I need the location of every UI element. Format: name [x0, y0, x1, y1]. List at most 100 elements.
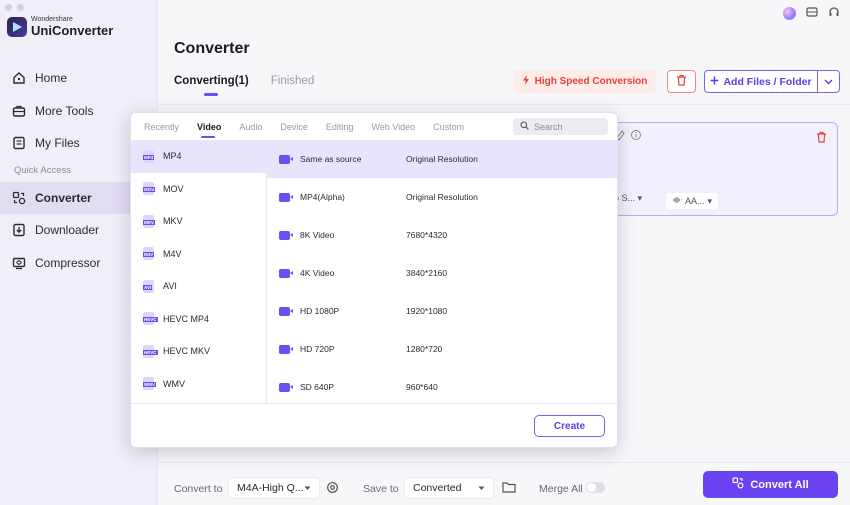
format-item-avi[interactable]: AVI AVI — [131, 270, 266, 303]
video-file-icon: MKV — [143, 214, 156, 228]
video-file-icon: MOV — [143, 182, 156, 196]
chevron-down-icon — [478, 482, 485, 494]
video-file-icon: AVI — [143, 279, 156, 293]
files-icon — [11, 136, 26, 151]
resolution-item[interactable]: MP4(Alpha) Original Resolution — [267, 178, 617, 216]
video-camera-icon — [279, 344, 293, 354]
video-camera-icon — [279, 268, 293, 278]
file-delete-icon[interactable] — [816, 131, 827, 146]
add-files-main[interactable]: Add Files / Folder — [705, 71, 818, 92]
file-card[interactable]: o S... ▾ AA... ▾ — [585, 122, 838, 216]
tab-web-video[interactable]: Web Video — [371, 122, 415, 132]
resolution-item[interactable]: 4K Video 3840*2160 — [267, 254, 617, 292]
uniconverter-logo-icon — [7, 17, 27, 37]
lightning-icon — [522, 75, 530, 88]
sidebar-item-label: Home — [35, 71, 68, 86]
sidebar-item-label: Downloader — [35, 223, 100, 238]
search-icon — [520, 121, 529, 132]
headset-icon[interactable] — [828, 6, 840, 21]
sidebar-item-label: Converter — [35, 190, 92, 205]
resolution-item[interactable]: HD 1080P 1920*1080 — [267, 292, 617, 330]
add-files-dropdown[interactable] — [818, 71, 839, 92]
resolution-item[interactable]: Same as source Original Resolution — [267, 140, 617, 178]
page-title: Converter — [174, 40, 250, 57]
plus-icon — [710, 76, 719, 88]
create-button[interactable]: Create — [534, 415, 605, 437]
add-files-label: Add Files / Folder — [723, 75, 812, 88]
resolution-item[interactable]: 8K Video 7680*4320 — [267, 216, 617, 254]
converter-icon — [11, 190, 26, 205]
convert-to-label: Convert to — [174, 483, 223, 495]
toolbox-icon — [11, 103, 26, 118]
high-speed-conversion-button[interactable]: High Speed Conversion — [513, 70, 656, 93]
header-divider — [158, 104, 850, 105]
download-icon — [11, 223, 26, 238]
format-item-mp4[interactable]: MP4 MP4 — [131, 140, 266, 173]
audio-wave-icon — [672, 196, 682, 206]
save-to-label: Save to — [363, 483, 399, 495]
save-to-select[interactable]: Converted — [404, 477, 494, 499]
format-item-wmv[interactable]: WMV WMV — [131, 368, 266, 401]
tab-converting[interactable]: Converting(1) — [174, 75, 249, 96]
video-file-icon: MP4 — [143, 149, 156, 163]
format-search-input[interactable]: Search — [513, 118, 608, 135]
minimize-window-button[interactable] — [17, 4, 24, 11]
sidebar-item-home[interactable]: Home — [0, 62, 158, 95]
tab-finished[interactable]: Finished — [271, 75, 314, 87]
video-file-icon: M4V — [143, 247, 156, 261]
mail-icon[interactable] — [806, 6, 818, 21]
chevron-down-icon: ▾ — [707, 195, 713, 206]
video-camera-icon — [279, 154, 293, 164]
format-item-m4v[interactable]: M4V M4V — [131, 238, 266, 271]
close-window-button[interactable] — [5, 4, 12, 11]
format-item-mkv[interactable]: MKV MKV — [131, 205, 266, 238]
app-logo: Wondershare UniConverter — [7, 16, 113, 38]
tab-custom[interactable]: Custom — [433, 122, 464, 132]
file-audio-setting[interactable]: AA... ▾ — [666, 193, 719, 209]
tab-recently[interactable]: Recently — [144, 122, 179, 132]
resolution-list: Same as source Original Resolution MP4(A… — [267, 140, 617, 406]
tab-video[interactable]: Video — [197, 122, 221, 138]
sidebar-item-label: My Files — [35, 136, 80, 151]
video-camera-icon — [279, 192, 293, 202]
chevron-down-icon — [824, 76, 833, 88]
file-card-icons — [616, 129, 642, 144]
merge-all-toggle[interactable] — [586, 482, 605, 493]
tab-editing[interactable]: Editing — [326, 122, 354, 132]
format-item-hevc-mp4[interactable]: HEVC HEVC MP4 — [131, 303, 266, 336]
video-file-icon: HEVC — [143, 312, 158, 326]
convert-to-select[interactable]: M4A-High Q... — [228, 477, 320, 499]
video-file-icon: HEVC — [143, 344, 158, 358]
product-name: UniConverter — [31, 23, 114, 38]
sidebar-item-label: Compressor — [35, 255, 101, 270]
delete-all-button[interactable] — [667, 70, 696, 93]
popup-footer: Create — [131, 403, 617, 447]
format-list: MP4 MP4 MOV MOV MKV MKV M4V M4V AVI AVI … — [131, 140, 267, 403]
tab-audio[interactable]: Audio — [239, 122, 262, 132]
video-file-icon: WMV — [143, 377, 156, 391]
convert-icon — [732, 477, 744, 492]
add-files-button[interactable]: Add Files / Folder — [704, 70, 840, 93]
converter-tabs: Converting(1) Finished — [174, 75, 314, 96]
video-camera-icon — [279, 230, 293, 240]
format-item-mov[interactable]: MOV MOV — [131, 173, 266, 206]
home-icon — [11, 71, 26, 86]
video-camera-icon — [279, 306, 293, 316]
window-controls — [5, 4, 24, 11]
high-speed-label: High Speed Conversion — [534, 76, 648, 87]
folder-icon[interactable] — [502, 481, 516, 496]
compress-icon — [11, 255, 26, 270]
resolution-item[interactable]: HD 720P 1280*720 — [267, 330, 617, 368]
settings-gear-icon[interactable] — [326, 481, 339, 497]
tab-device[interactable]: Device — [280, 122, 308, 132]
sidebar-item-label: More Tools — [35, 103, 94, 118]
video-camera-icon — [279, 382, 293, 392]
resolution-item[interactable]: SD 640P 960*640 — [267, 368, 617, 406]
search-placeholder: Search — [534, 121, 563, 132]
convert-all-label: Convert All — [750, 478, 809, 491]
format-item-hevc-mkv[interactable]: HEVC HEVC MKV — [131, 335, 266, 368]
file-video-setting[interactable]: o S... ▾ — [614, 193, 642, 204]
convert-all-button[interactable]: Convert All — [703, 471, 838, 498]
merge-all-label: Merge All — [539, 483, 583, 495]
avatar[interactable] — [783, 7, 796, 20]
